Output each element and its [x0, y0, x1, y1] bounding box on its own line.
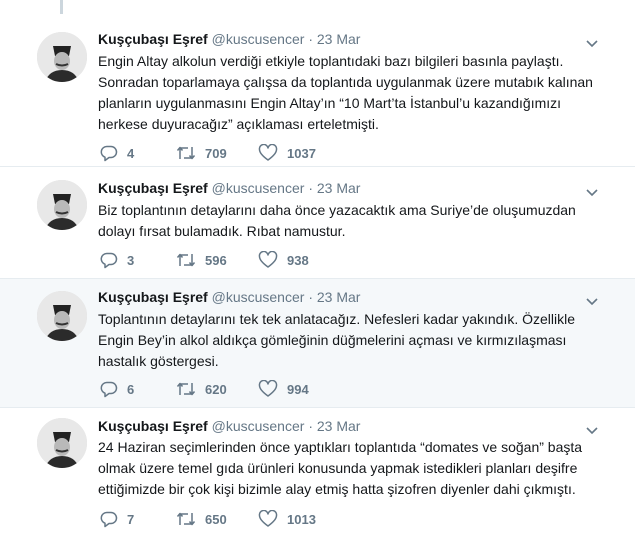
like-count: 1013	[287, 511, 316, 527]
tweet[interactable]: Kuşçubaşı Eşref @kuscusencer · 23 Mar To…	[0, 279, 635, 407]
retweet-count: 650	[205, 511, 227, 527]
reply-count: 6	[127, 381, 135, 397]
author-name[interactable]: Kuşçubaşı Eşref	[98, 418, 208, 434]
tweet-date[interactable]: 23 Mar	[317, 418, 361, 434]
like-count: 1037	[287, 145, 316, 161]
avatar[interactable]	[37, 291, 87, 341]
reply-count: 4	[127, 145, 135, 161]
thread-connector-line	[60, 0, 63, 14]
chevron-down-icon[interactable]	[585, 423, 599, 437]
tweet[interactable]: Kuşçubaşı Eşref @kuscusencer · 23 Mar En…	[0, 14, 635, 166]
retweet-count: 620	[205, 381, 227, 397]
like-count: 994	[287, 381, 309, 397]
author-name[interactable]: Kuşçubaşı Eşref	[98, 289, 208, 305]
reply-button[interactable]: 6	[100, 380, 134, 398]
like-button[interactable]: 1013	[258, 510, 316, 528]
chevron-down-icon[interactable]	[585, 294, 599, 308]
author-handle[interactable]: @kuscusencer	[212, 418, 305, 434]
reply-icon	[100, 511, 118, 528]
avatar[interactable]	[37, 418, 87, 468]
reply-icon	[100, 145, 118, 162]
tweet-header: Kuşçubaşı Eşref @kuscusencer · 23 Mar	[98, 418, 360, 434]
author-name[interactable]: Kuşçubaşı Eşref	[98, 31, 208, 47]
tweet-text: Toplantının detaylarını tek tek anlataca…	[98, 311, 576, 369]
reply-icon	[100, 252, 118, 269]
retweet-button[interactable]: 620	[176, 380, 227, 398]
heart-icon	[258, 144, 278, 161]
separator-dot: ·	[308, 180, 313, 196]
retweet-count: 709	[205, 145, 227, 161]
tweet-text: Biz toplantının detaylarını daha önce ya…	[98, 202, 576, 239]
like-button[interactable]: 994	[258, 380, 309, 398]
retweet-button[interactable]: 596	[176, 251, 227, 269]
reply-icon	[100, 381, 118, 398]
heart-icon	[258, 380, 278, 397]
retweet-icon	[176, 512, 196, 526]
like-button[interactable]: 1037	[258, 144, 316, 162]
retweet-icon	[176, 253, 196, 267]
like-button[interactable]: 938	[258, 251, 309, 269]
avatar[interactable]	[37, 32, 87, 82]
tweet[interactable]: Kuşçubaşı Eşref @kuscusencer · 23 Mar 24…	[0, 408, 635, 540]
heart-icon	[258, 510, 278, 527]
tweet-date[interactable]: 23 Mar	[317, 289, 361, 305]
tweet-date[interactable]: 23 Mar	[317, 31, 361, 47]
tweet-header: Kuşçubaşı Eşref @kuscusencer · 23 Mar	[98, 180, 360, 196]
avatar[interactable]	[37, 180, 87, 230]
separator-dot: ·	[308, 418, 313, 434]
reply-button[interactable]: 3	[100, 251, 134, 269]
tweet-header: Kuşçubaşı Eşref @kuscusencer · 23 Mar	[98, 289, 360, 305]
chevron-down-icon[interactable]	[585, 36, 599, 50]
reply-count: 7	[127, 511, 135, 527]
reply-button[interactable]: 7	[100, 510, 134, 528]
reply-count: 3	[127, 252, 135, 268]
tweet-date[interactable]: 23 Mar	[317, 180, 361, 196]
reply-button[interactable]: 4	[100, 144, 134, 162]
author-name[interactable]: Kuşçubaşı Eşref	[98, 180, 208, 196]
like-count: 938	[287, 252, 309, 268]
tweet[interactable]: Kuşçubaşı Eşref @kuscusencer · 23 Mar Bi…	[0, 167, 635, 278]
retweet-count: 596	[205, 252, 227, 268]
retweet-icon	[176, 146, 196, 160]
author-handle[interactable]: @kuscusencer	[212, 289, 305, 305]
retweet-button[interactable]: 650	[176, 510, 227, 528]
separator-dot: ·	[308, 31, 313, 47]
tweet-text: 24 Haziran seçimlerinden önce yaptıkları…	[98, 439, 583, 497]
retweet-button[interactable]: 709	[176, 144, 227, 162]
tweet-text: Engin Altay alkolun verdiği etkiyle topl…	[98, 53, 593, 132]
heart-icon	[258, 251, 278, 268]
author-handle[interactable]: @kuscusencer	[212, 31, 305, 47]
separator-dot: ·	[308, 289, 313, 305]
author-handle[interactable]: @kuscusencer	[212, 180, 305, 196]
retweet-icon	[176, 382, 196, 396]
chevron-down-icon[interactable]	[585, 185, 599, 199]
tweet-header: Kuşçubaşı Eşref @kuscusencer · 23 Mar	[98, 31, 360, 47]
